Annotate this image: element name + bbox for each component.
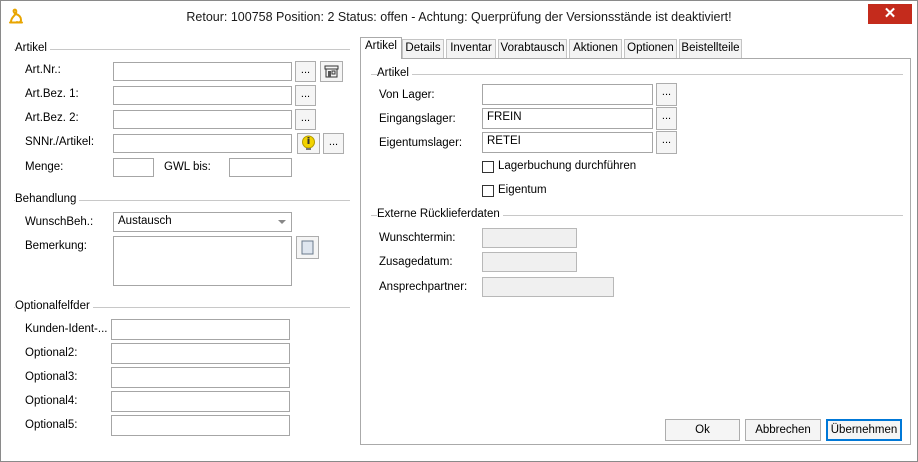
- artbez2-label: Art.Bez. 2:: [25, 112, 79, 124]
- artbez1-input[interactable]: [113, 86, 292, 105]
- tab-optionen[interactable]: Optionen: [624, 39, 677, 58]
- panel-artikel-group-line: [371, 74, 903, 75]
- store-icon: [324, 65, 339, 78]
- wunschtermin-label: Wunschtermin:: [379, 232, 456, 244]
- eingangslager-browse-button[interactable]: ...: [656, 107, 677, 130]
- wunschbeh-select[interactable]: Austausch: [113, 212, 292, 232]
- von-lager-browse-button[interactable]: ...: [656, 83, 677, 106]
- chevron-down-icon: [278, 220, 286, 224]
- tab-details[interactable]: Details: [402, 39, 444, 58]
- note-icon: [301, 240, 314, 255]
- optional-input-1[interactable]: [111, 319, 290, 340]
- artnr-label: Art.Nr.:: [25, 64, 61, 76]
- window-title: Retour: 100758 Position: 2 Status: offen…: [186, 10, 732, 24]
- artbez1-browse-button[interactable]: ...: [295, 85, 316, 106]
- optional-input-5[interactable]: [111, 415, 290, 436]
- wunschtermin-input: [482, 228, 577, 248]
- behandlung-group-title: Behandlung: [15, 193, 80, 205]
- title-bar: Retour: 100758 Position: 2 Status: offen…: [1, 1, 917, 32]
- eigentum-checkbox[interactable]: [482, 185, 494, 197]
- zusagedatum-input: [482, 252, 577, 272]
- ok-button[interactable]: Ok: [665, 419, 740, 441]
- artnr-shop-button[interactable]: [320, 61, 343, 82]
- ansprechpartner-label: Ansprechpartner:: [379, 281, 468, 293]
- optional-label-1: Kunden-Ident-...: [25, 323, 108, 335]
- zusagedatum-label: Zusagedatum:: [379, 256, 453, 268]
- tab-inventar[interactable]: Inventar: [446, 39, 496, 58]
- eigentumslager-input[interactable]: RETEI: [482, 132, 653, 153]
- artnr-browse-button[interactable]: ...: [295, 61, 316, 82]
- artbez2-browse-button[interactable]: ...: [295, 109, 316, 130]
- optional-input-4[interactable]: [111, 391, 290, 412]
- eigentumslager-label: Eigentumslager:: [379, 137, 463, 149]
- extern-group-title: Externe Rücklieferdaten: [377, 208, 503, 220]
- gwl-input[interactable]: [229, 158, 292, 177]
- tab-beistellteile[interactable]: Beistellteile: [679, 39, 742, 58]
- panel-artikel-group-title: Artikel: [377, 67, 412, 79]
- artnr-input[interactable]: [113, 62, 292, 81]
- optional-label-2: Optional2:: [25, 347, 78, 359]
- menge-label: Menge:: [25, 161, 64, 173]
- artikel-group-line: [14, 49, 350, 50]
- optional-label-4: Optional4:: [25, 395, 78, 407]
- optional-input-2[interactable]: [111, 343, 290, 364]
- von-lager-label: Von Lager:: [379, 89, 435, 101]
- bemerkung-edit-button[interactable]: [296, 236, 319, 259]
- uebernehmen-button[interactable]: Übernehmen: [826, 419, 902, 441]
- dialog-window: Retour: 100758 Position: 2 Status: offen…: [0, 0, 918, 462]
- close-button[interactable]: ✕: [868, 4, 912, 24]
- eigentumslager-browse-button[interactable]: ...: [656, 131, 677, 154]
- wunschbeh-value: Austausch: [118, 215, 172, 227]
- artikel-group-title: Artikel: [15, 42, 50, 54]
- abbrechen-button[interactable]: Abbrechen: [745, 419, 821, 441]
- close-icon: ✕: [883, 5, 897, 22]
- lagerbuchung-label[interactable]: Lagerbuchung durchführen: [498, 160, 636, 172]
- menge-input[interactable]: [113, 158, 154, 177]
- artbez1-label: Art.Bez. 1:: [25, 88, 79, 100]
- tab-vorabtausch[interactable]: Vorabtausch: [498, 39, 567, 58]
- eingangslager-label: Eingangslager:: [379, 113, 456, 125]
- optional-input-3[interactable]: [111, 367, 290, 388]
- tab-aktionen[interactable]: Aktionen: [569, 39, 622, 58]
- snnr-input[interactable]: [113, 134, 292, 153]
- bemerkung-label: Bemerkung:: [25, 240, 88, 252]
- wunschbeh-label: WunschBeh.:: [25, 216, 94, 228]
- eigentum-label[interactable]: Eigentum: [498, 184, 547, 196]
- info-bulb-icon: [302, 135, 315, 150]
- bemerkung-textarea[interactable]: [113, 236, 292, 286]
- snnr-label: SNNr./Artikel:: [25, 136, 95, 148]
- artbez2-input[interactable]: [113, 110, 292, 129]
- gwl-label: GWL bis:: [164, 161, 211, 173]
- snnr-browse-button[interactable]: ...: [323, 133, 344, 154]
- tab-artikel[interactable]: Artikel: [360, 37, 402, 59]
- optional-label-5: Optional5:: [25, 419, 78, 431]
- eingangslager-input[interactable]: FREIN: [482, 108, 653, 129]
- lagerbuchung-checkbox[interactable]: [482, 161, 494, 173]
- ansprechpartner-input: [482, 277, 614, 297]
- optional-label-3: Optional3:: [25, 371, 78, 383]
- von-lager-input[interactable]: [482, 84, 653, 105]
- snnr-info-button[interactable]: [297, 133, 320, 154]
- optionalfelder-group-title: Optionalfelfder: [15, 300, 93, 312]
